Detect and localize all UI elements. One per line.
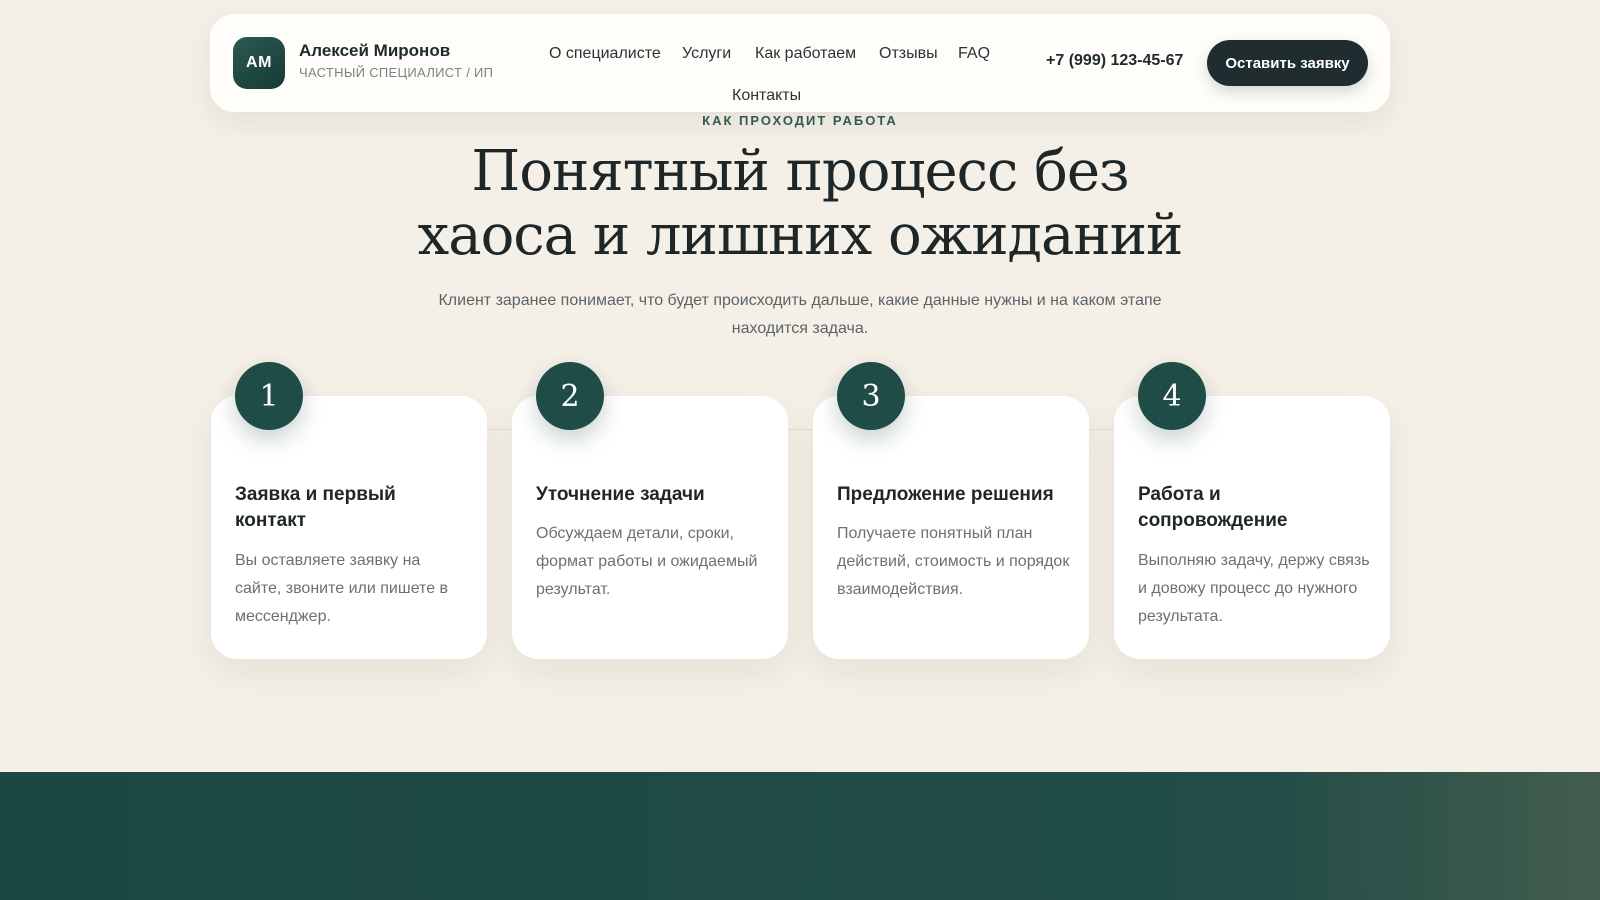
section-title: Понятный процесс без хаоса и лишних ожид… xyxy=(400,140,1200,268)
step-number-badge-2: 2 xyxy=(536,362,604,430)
nav-link-about[interactable]: О специалисте xyxy=(549,45,661,63)
step-title: Предложение решения xyxy=(837,484,1054,505)
next-section-band xyxy=(0,772,1600,900)
brand-name[interactable]: Алексей Миронов xyxy=(299,41,450,61)
nav-link-contacts[interactable]: Контакты xyxy=(732,87,801,105)
leave-request-button[interactable]: Оставить заявку xyxy=(1207,40,1368,86)
step-title: Уточнение задачи xyxy=(536,484,705,505)
step-title: Работа и сопровождение xyxy=(1138,484,1288,531)
step-number-badge-1: 1 xyxy=(235,362,303,430)
logo-badge[interactable]: АМ xyxy=(233,37,285,89)
step-text: Обсуждаем детали, сроки, формат работы и… xyxy=(536,525,758,598)
step-title: Заявка и первый контакт xyxy=(235,484,396,531)
nav-link-faq[interactable]: FAQ xyxy=(958,45,990,63)
section-subtitle: Клиент заранее понимает, что будет проис… xyxy=(438,292,1162,337)
step-text: Вы оставляете заявку на сайте, звоните и… xyxy=(235,552,449,625)
nav-link-how-we-work[interactable]: Как работаем xyxy=(755,45,856,63)
phone-link[interactable]: +7 (999) 123-45-67 xyxy=(1046,52,1183,70)
site-header: АМ Алексей Миронов ЧАСТНЫЙ СПЕЦИАЛИСТ / … xyxy=(210,14,1390,112)
brand-subtitle: ЧАСТНЫЙ СПЕЦИАЛИСТ / ИП xyxy=(299,65,494,80)
step-card-1: Заявка и первый контакт Вы оставляете за… xyxy=(211,396,487,659)
step-text: Получаете понятный план действий, стоимо… xyxy=(837,525,1070,598)
section-title-line-2: хаоса и лишних ожиданий xyxy=(417,203,1184,268)
step-number-badge-4: 4 xyxy=(1138,362,1206,430)
step-card-2: Уточнение задачи Обсуждаем детали, сроки… xyxy=(512,396,788,659)
section-eyebrow: КАК ПРОХОДИТ РАБОТА xyxy=(702,113,898,128)
nav-link-reviews[interactable]: Отзывы xyxy=(879,45,938,63)
section-title-line-1: Понятный процесс без xyxy=(471,139,1129,204)
nav-link-services[interactable]: Услуги xyxy=(682,45,731,63)
step-number-badge-3: 3 xyxy=(837,362,905,430)
step-text: Выполняю задачу, держу связь и довожу пр… xyxy=(1138,552,1370,625)
step-card-3: Предложение решения Получаете понятный п… xyxy=(813,396,1089,659)
page: АМ Алексей Миронов ЧАСТНЫЙ СПЕЦИАЛИСТ / … xyxy=(0,0,1600,900)
step-card-4: Работа и сопровождение Выполняю задачу, … xyxy=(1114,396,1390,659)
